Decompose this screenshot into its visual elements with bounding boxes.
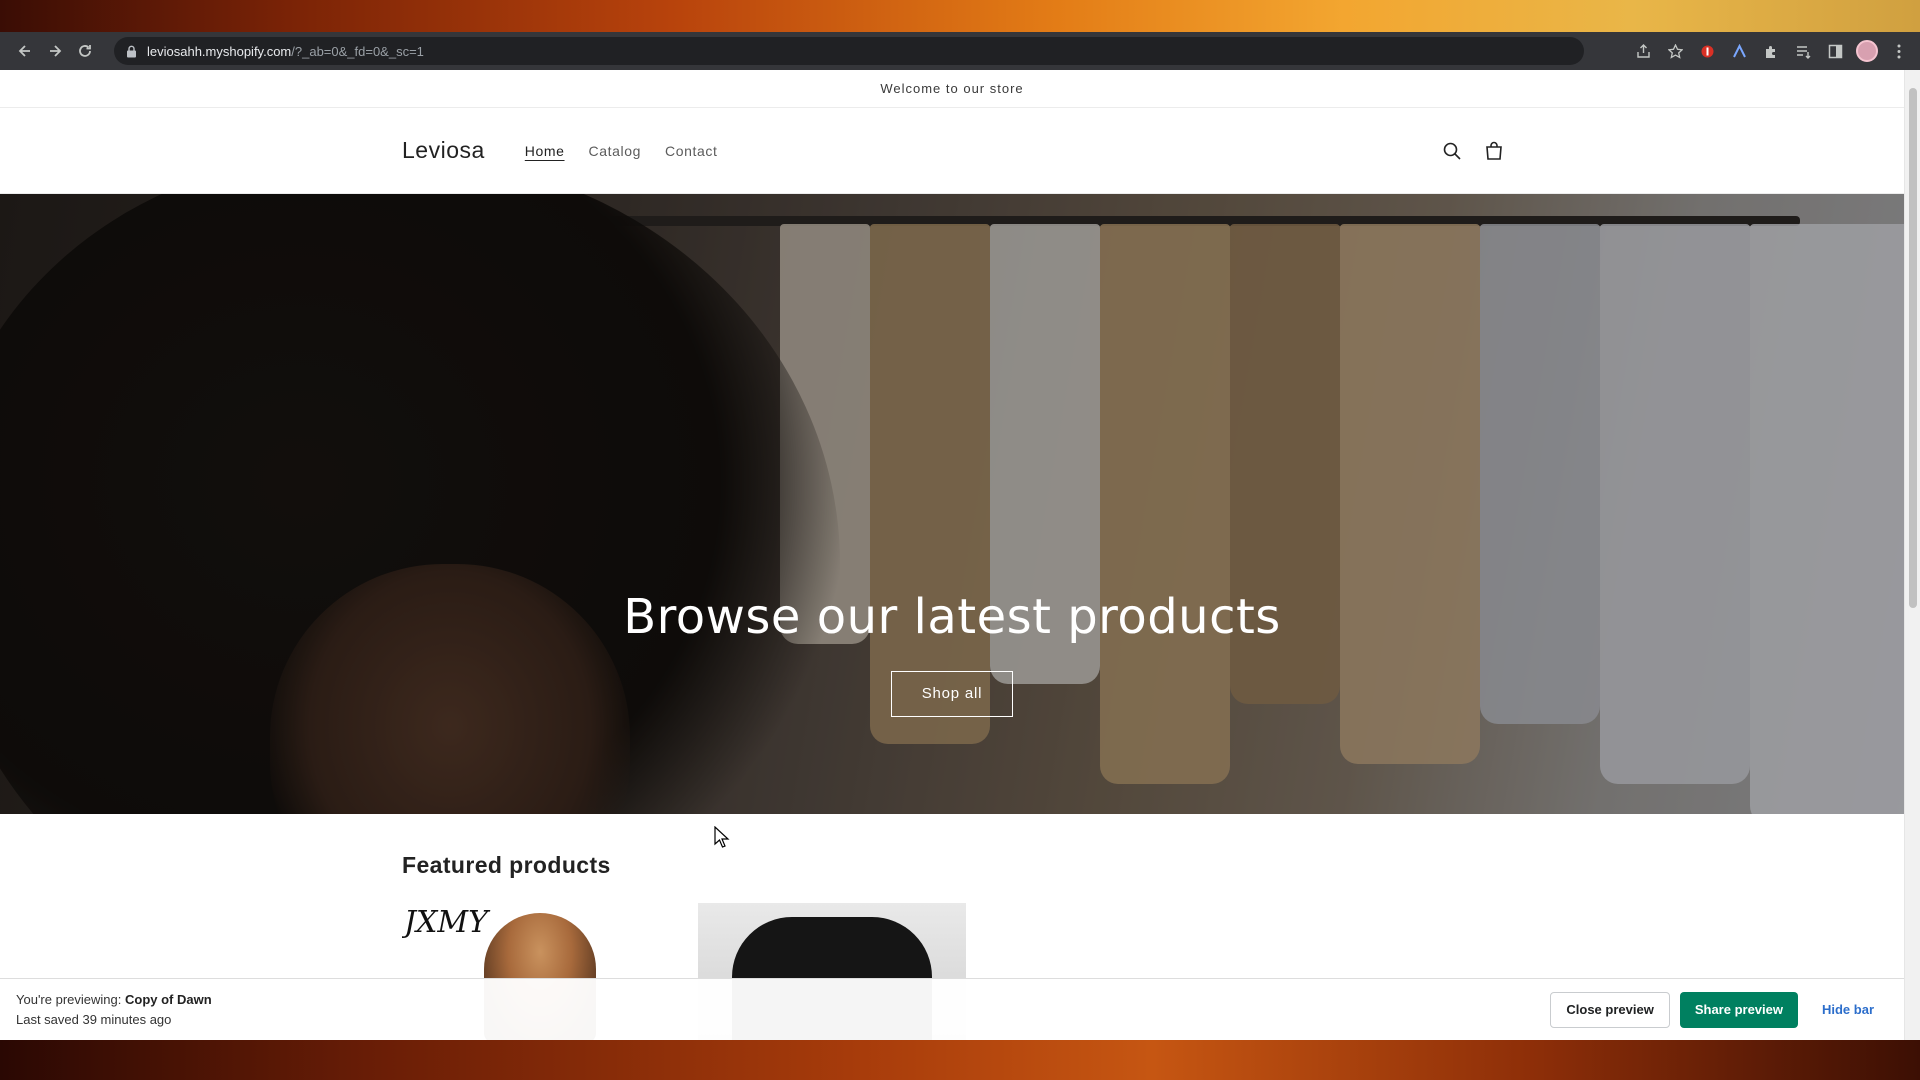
header-icons [1442, 141, 1504, 161]
nav-item-catalog[interactable]: Catalog [589, 143, 641, 159]
desktop-wallpaper-top [0, 0, 1920, 32]
store-logo[interactable]: Leviosa [402, 137, 485, 164]
previewing-label: You're previewing: [16, 991, 122, 1007]
browser-toolbar: leviosahh.myshopify.com/?_ab=0&_fd=0&_sc… [0, 32, 1920, 70]
theme-preview-bar: You're previewing: Copy of Dawn Last sav… [0, 978, 1904, 1040]
browser-menu-icon[interactable] [1888, 40, 1910, 62]
hero-title: Browse our latest products [623, 589, 1281, 645]
store-page: Welcome to our store Leviosa Home Catalo… [0, 70, 1904, 1040]
side-panel-icon[interactable] [1824, 40, 1846, 62]
puzzle-icon[interactable] [1760, 40, 1782, 62]
product-brand-text: JXMY [404, 905, 488, 940]
extension-arc-icon[interactable] [1728, 40, 1750, 62]
url-host: leviosahh.myshopify.com [147, 43, 292, 59]
scrollbar-thumb[interactable] [1909, 88, 1917, 608]
featured-title: Featured products [402, 852, 611, 878]
shop-all-button[interactable]: Shop all [890, 671, 1014, 717]
mouse-cursor-icon [714, 826, 730, 848]
search-icon[interactable] [1442, 141, 1462, 161]
browser-toolbar-icons [1632, 40, 1910, 62]
bookmark-star-icon[interactable] [1664, 40, 1686, 62]
forward-icon[interactable] [40, 36, 70, 66]
cart-icon[interactable] [1484, 141, 1504, 161]
lock-icon [126, 45, 137, 58]
hide-bar-button[interactable]: Hide bar [1808, 992, 1888, 1028]
preview-info: You're previewing: Copy of Dawn Last sav… [16, 990, 212, 1030]
extension-red-icon[interactable] [1696, 40, 1718, 62]
nav-item-contact[interactable]: Contact [665, 143, 717, 159]
page-scrollbar[interactable] [1904, 70, 1920, 1040]
share-preview-button[interactable]: Share preview [1679, 991, 1798, 1028]
announcement-bar: Welcome to our store [0, 70, 1904, 108]
hero-banner: Browse our latest products Shop all [0, 194, 1904, 814]
browser-window: leviosahh.myshopify.com/?_ab=0&_fd=0&_sc… [0, 32, 1920, 1040]
main-nav: Home Catalog Contact [525, 143, 718, 159]
profile-avatar[interactable] [1856, 40, 1878, 62]
address-bar[interactable]: leviosahh.myshopify.com/?_ab=0&_fd=0&_sc… [114, 37, 1584, 65]
desktop-wallpaper-bottom [0, 1040, 1920, 1080]
url-path: /?_ab=0&_fd=0&_sc=1 [291, 43, 424, 59]
close-preview-button[interactable]: Close preview [1550, 991, 1670, 1028]
nav-item-home[interactable]: Home [525, 143, 565, 159]
preview-actions: Close preview Share preview Hide bar [1550, 991, 1888, 1028]
store-header: Leviosa Home Catalog Contact [0, 108, 1904, 194]
share-icon[interactable] [1632, 40, 1654, 62]
theme-name: Copy of Dawn [124, 991, 212, 1007]
last-saved: Last saved 39 minutes ago [16, 1011, 172, 1027]
hero-content: Browse our latest products Shop all [0, 589, 1904, 717]
media-queue-icon[interactable] [1792, 40, 1814, 62]
reload-icon[interactable] [70, 36, 100, 66]
back-icon[interactable] [10, 36, 40, 66]
